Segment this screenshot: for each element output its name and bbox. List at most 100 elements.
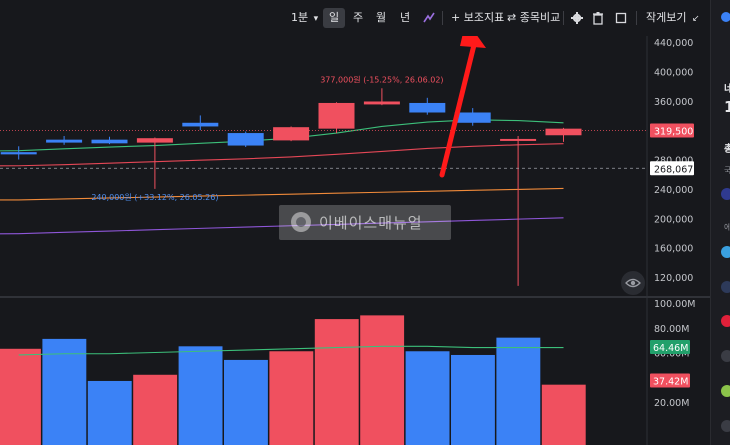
candle-body[interactable] bbox=[46, 139, 83, 143]
candle-body[interactable] bbox=[454, 112, 491, 123]
tab-month[interactable]: 월 bbox=[376, 8, 386, 28]
panel-text-2: 1 bbox=[724, 98, 730, 116]
panel-item-icon[interactable] bbox=[721, 385, 730, 397]
gear-icon[interactable] bbox=[570, 10, 584, 26]
price-tick-label: 440,000 bbox=[654, 38, 693, 49]
panel-text-5: 에 bbox=[724, 223, 730, 232]
volume-bar[interactable] bbox=[405, 351, 450, 445]
candle-body[interactable] bbox=[227, 133, 264, 146]
tab-year[interactable]: 년 bbox=[400, 8, 410, 28]
candle[interactable] bbox=[409, 97, 446, 115]
candle-body[interactable] bbox=[363, 101, 400, 105]
candle-body[interactable] bbox=[318, 102, 355, 129]
price-tick-label: 160,000 bbox=[654, 244, 693, 255]
interval-label: 1분 bbox=[291, 11, 309, 24]
interval-select[interactable]: 1분 ▾ bbox=[291, 8, 318, 28]
price-tick-label: 360,000 bbox=[654, 97, 693, 108]
reference-price-label: 268,067 bbox=[654, 164, 693, 175]
volume-bar[interactable] bbox=[224, 359, 268, 445]
watermark-logo-icon bbox=[291, 212, 311, 232]
volume-tick-label: 80.00M bbox=[654, 324, 689, 335]
tab-year-label: 년 bbox=[400, 11, 411, 24]
current-price-label: 319,500 bbox=[654, 126, 693, 137]
compare-button[interactable]: ⇄ 종목비교 bbox=[507, 8, 560, 28]
candle-body[interactable] bbox=[545, 128, 582, 136]
candle[interactable] bbox=[500, 136, 537, 286]
drawing-tool-icon[interactable] bbox=[422, 10, 436, 26]
candle[interactable] bbox=[91, 136, 128, 145]
candle[interactable] bbox=[273, 126, 310, 142]
trash-icon[interactable] bbox=[591, 10, 605, 26]
compare-button-label: ⇄ 종목비교 bbox=[507, 11, 561, 24]
candle[interactable] bbox=[46, 136, 83, 145]
chart-toolbar: 1분 ▾ 일 주 월 년 + 보조지표 ⇄ 종목비교 작게보기 ↙ bbox=[0, 0, 710, 36]
window-icon[interactable] bbox=[614, 10, 628, 26]
compact-view-label: 작게보기 bbox=[646, 11, 687, 24]
candle-body[interactable] bbox=[91, 139, 128, 144]
indicator-button-label: + 보조지표 bbox=[451, 11, 505, 24]
tab-month-label: 월 bbox=[376, 11, 387, 24]
panel-item-icon[interactable] bbox=[721, 420, 730, 432]
volume-bar[interactable] bbox=[496, 337, 541, 445]
trash-glyph bbox=[593, 12, 603, 25]
eye-icon bbox=[625, 278, 641, 288]
candle[interactable] bbox=[318, 102, 355, 134]
panel-blue-dot-icon bbox=[721, 12, 730, 22]
watermark-text: 이베이스매뉴얼 bbox=[319, 214, 423, 232]
candle-body[interactable] bbox=[182, 122, 219, 127]
moving-average-line bbox=[0, 187, 564, 201]
chevron-down-icon: ▾ bbox=[313, 14, 319, 24]
candle-body[interactable] bbox=[0, 152, 37, 155]
volume-bar[interactable] bbox=[541, 384, 586, 445]
panel-item-icon[interactable] bbox=[721, 188, 730, 200]
eye-toggle-button[interactable] bbox=[621, 271, 645, 295]
volume-bar[interactable] bbox=[87, 380, 132, 445]
candle[interactable] bbox=[227, 131, 264, 148]
toolbar-divider bbox=[442, 11, 443, 25]
candle-body[interactable] bbox=[409, 102, 446, 113]
volume-bar[interactable] bbox=[269, 351, 314, 445]
tab-week-label: 주 bbox=[353, 11, 364, 24]
volume-ma-label: 64.46M bbox=[653, 343, 688, 354]
tab-day-label: 일 bbox=[328, 11, 340, 24]
tab-day[interactable]: 일 bbox=[323, 8, 345, 28]
panel-item-icon[interactable] bbox=[721, 281, 730, 293]
candle[interactable] bbox=[0, 146, 37, 160]
drawing-tool-glyph bbox=[423, 12, 435, 23]
volume-bar[interactable] bbox=[133, 374, 178, 445]
panel-item-icon[interactable] bbox=[721, 246, 730, 258]
volume-bar[interactable] bbox=[451, 354, 495, 445]
candle[interactable] bbox=[545, 127, 582, 142]
candle-body[interactable] bbox=[500, 138, 537, 141]
window-glyph bbox=[615, 12, 627, 24]
volume-pane[interactable] bbox=[0, 315, 586, 445]
volume-bar[interactable] bbox=[314, 319, 359, 445]
candle[interactable] bbox=[182, 115, 219, 131]
panel-item-icon[interactable] bbox=[721, 350, 730, 362]
annotation-arrow bbox=[439, 20, 486, 178]
volume-tick-label: 100.00M bbox=[654, 299, 695, 310]
watermark: 이베이스매뉴얼 bbox=[279, 205, 451, 240]
price-tick-label: 200,000 bbox=[654, 214, 693, 225]
candle[interactable] bbox=[363, 88, 400, 106]
volume-bar[interactable] bbox=[42, 338, 87, 445]
price-tick-label: 400,000 bbox=[654, 67, 693, 78]
candle-body[interactable] bbox=[136, 138, 173, 143]
price-pane[interactable] bbox=[0, 88, 582, 286]
candle-body[interactable] bbox=[273, 127, 310, 141]
shrink-icon: ↙ bbox=[691, 14, 700, 24]
compact-view-button[interactable]: 작게보기 ↙ bbox=[646, 8, 700, 28]
volume-bar[interactable] bbox=[0, 348, 41, 445]
tab-week[interactable]: 주 bbox=[353, 8, 363, 28]
volume-bar[interactable] bbox=[360, 315, 405, 445]
toolbar-divider bbox=[636, 11, 637, 25]
panel-text-4: 국 bbox=[724, 166, 730, 175]
volume-bar[interactable] bbox=[178, 346, 223, 445]
price-tick-label: 120,000 bbox=[654, 273, 693, 284]
toolbar-divider bbox=[563, 11, 564, 25]
panel-item-icon[interactable] bbox=[721, 315, 730, 327]
price-tick-label: 240,000 bbox=[654, 185, 693, 196]
panel-text-3: 총 bbox=[724, 144, 730, 155]
volume-tick-label: 20.00M bbox=[654, 398, 689, 409]
indicator-button[interactable]: + 보조지표 bbox=[451, 8, 504, 28]
